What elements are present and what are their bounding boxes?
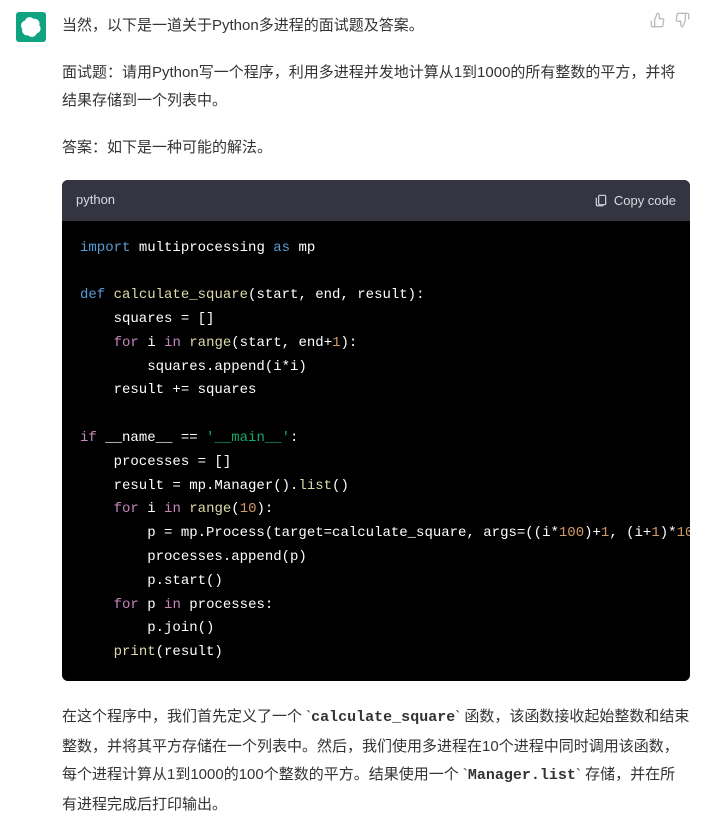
question-text: 面试题：请用Python写一个程序，利用多进程并发地计算从1到1000的所有整数… bbox=[62, 59, 690, 116]
code-body: import multiprocessing as mp def calcula… bbox=[62, 221, 690, 681]
message-content: 当然，以下是一道关于Python多进程的面试题及答案。 面试题：请用Python… bbox=[62, 12, 690, 819]
explanation-prefix: 在这个程序中，我们首先定义了一个 ` bbox=[62, 708, 311, 725]
inline-code-calculate-square: calculate_square bbox=[311, 709, 455, 726]
answer-intro-text: 答案：如下是一种可能的解法。 bbox=[62, 134, 690, 163]
copy-code-button[interactable]: Copy code bbox=[594, 193, 676, 208]
code-block: python Copy code import multiprocessing … bbox=[62, 180, 690, 681]
code-language-label: python bbox=[76, 188, 115, 213]
inline-code-manager-list: Manager.list bbox=[468, 767, 576, 784]
thumbs-down-icon[interactable] bbox=[674, 12, 690, 33]
copy-code-label: Copy code bbox=[614, 193, 676, 208]
assistant-avatar bbox=[16, 12, 46, 42]
openai-logo-icon bbox=[21, 17, 41, 37]
intro-text: 当然，以下是一道关于Python多进程的面试题及答案。 bbox=[62, 12, 690, 41]
clipboard-icon bbox=[594, 193, 608, 207]
assistant-message: 当然，以下是一道关于Python多进程的面试题及答案。 面试题：请用Python… bbox=[0, 0, 706, 839]
explanation-text: 在这个程序中，我们首先定义了一个 `calculate_square` 函数，该… bbox=[62, 703, 690, 819]
thumbs-up-icon[interactable] bbox=[650, 12, 666, 33]
code-header: python Copy code bbox=[62, 180, 690, 221]
feedback-buttons bbox=[650, 12, 690, 33]
